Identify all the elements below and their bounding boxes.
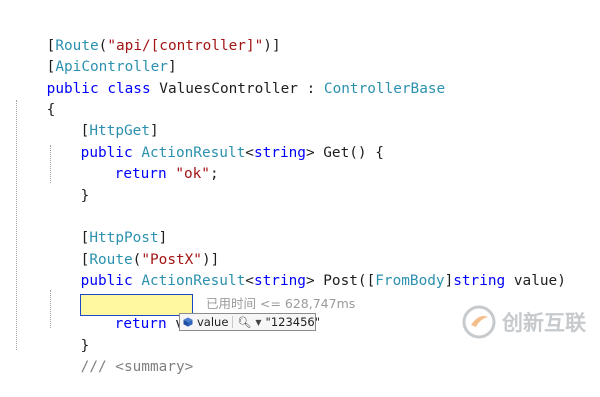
code-line-7: return "ok"; (80, 144, 219, 182)
watermark: 创新互联 (462, 303, 594, 341)
type-name: ActionResult (141, 273, 246, 289)
token: value) (505, 273, 566, 289)
code-line-12: public ActionResult<string> Post([FromBo… (46, 251, 566, 289)
code-line-3: public class ValuesController : Controll… (12, 59, 446, 97)
token: ] (444, 273, 454, 289)
variable-cube-icon (183, 317, 193, 327)
watermark-text: 创新互联 (502, 311, 586, 335)
code-editor[interactable]: [Route("api/[controller]")] [ApiControll… (0, 0, 600, 375)
code-line-6: public ActionResult<string> Get() { (46, 123, 384, 161)
chevron-down-icon[interactable]: ▼ (255, 318, 261, 327)
keyword: return (114, 316, 167, 332)
code-line-11: [Route("PostX")] (46, 230, 220, 268)
token: )] (263, 38, 281, 54)
token: ; (209, 166, 219, 182)
code-line-2: [ApiController] (12, 37, 177, 75)
keyword: return (114, 166, 167, 182)
keyword: string (253, 273, 306, 289)
code-line-13: { (46, 273, 90, 311)
token: < (245, 273, 254, 289)
token: } (80, 188, 90, 204)
code-line-1: [Route("api/[controller]")] (12, 16, 281, 54)
code-line-4: { (12, 80, 56, 118)
attribute-name: FromBody (375, 273, 445, 289)
code-line-16: /// <summary> (46, 337, 194, 375)
code-line-10: [HttpPost] (46, 208, 168, 246)
magnifier-icon[interactable]: 🔍︎ (237, 316, 251, 329)
keyword: string (453, 273, 506, 289)
datatip-variable-name: value (197, 315, 229, 329)
token: > Get() { (305, 145, 384, 161)
perf-tip: 已用时间 <= 628,747ms (206, 296, 356, 311)
code-line-8: } (46, 166, 90, 204)
watermark-logo-icon (462, 305, 496, 339)
base-type: ControllerBase (323, 81, 446, 97)
class-name: ValuesController : (150, 81, 324, 97)
keyword: string (253, 145, 306, 161)
datatip-separator (232, 316, 234, 328)
token: < (245, 145, 254, 161)
keyword: class (107, 81, 151, 97)
doc-comment: /// <summary> (80, 359, 194, 375)
datatip[interactable]: value 🔍︎ ▼ "123456" (179, 313, 320, 331)
token: > Post([ (305, 273, 376, 289)
datatip-value: "123456" (265, 315, 321, 329)
string-literal: "ok" (175, 166, 210, 182)
code-line-5: [HttpGet] (46, 101, 159, 139)
